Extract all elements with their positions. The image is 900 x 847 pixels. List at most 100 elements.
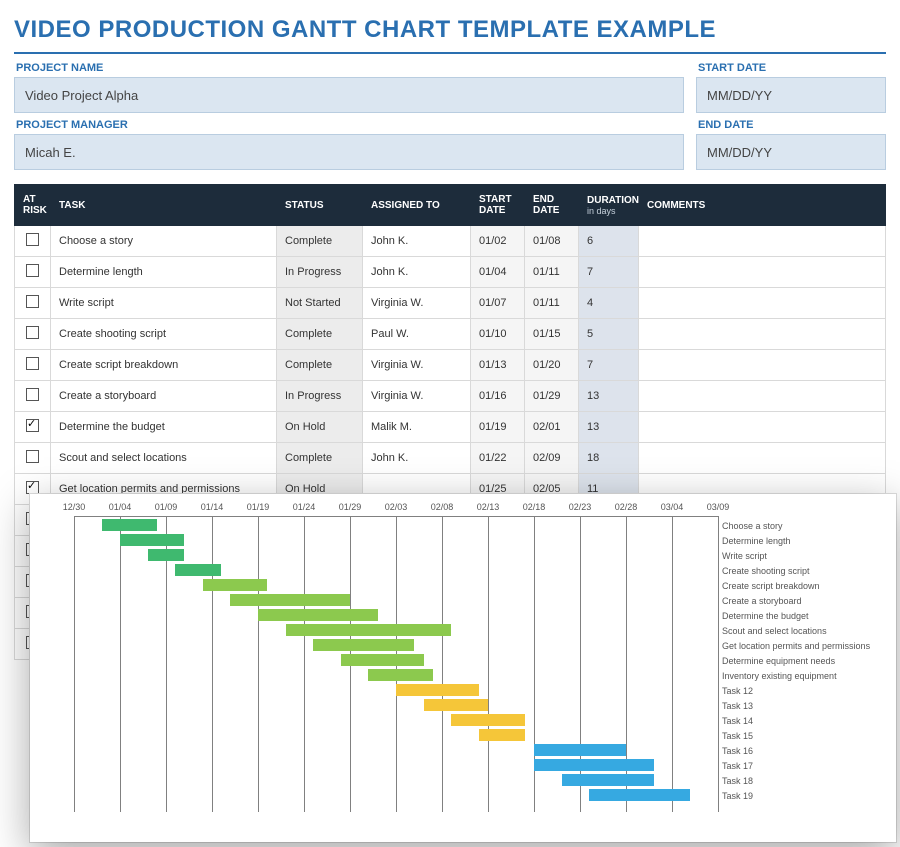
status-cell[interactable]: Complete <box>277 443 363 474</box>
comments-cell[interactable] <box>639 257 886 288</box>
task-cell[interactable]: Write script <box>51 288 277 319</box>
end-date-cell[interactable]: 01/11 <box>525 257 579 288</box>
status-cell[interactable]: On Hold <box>277 412 363 443</box>
duration-cell[interactable]: 5 <box>579 319 639 350</box>
duration-cell[interactable]: 13 <box>579 381 639 412</box>
start-date-cell[interactable]: 01/13 <box>471 350 525 381</box>
end-date-cell[interactable]: 01/08 <box>525 226 579 257</box>
gantt-bar[interactable] <box>534 759 654 771</box>
gantt-bar[interactable] <box>175 564 221 576</box>
th-start[interactable]: START DATE <box>471 185 525 226</box>
end-date-cell[interactable]: 01/29 <box>525 381 579 412</box>
risk-checkbox-icon[interactable] <box>26 295 39 308</box>
assigned-cell[interactable]: John K. <box>363 443 471 474</box>
duration-cell[interactable]: 4 <box>579 288 639 319</box>
start-date-cell[interactable]: 01/19 <box>471 412 525 443</box>
gantt-bar[interactable] <box>451 714 525 726</box>
gantt-bar[interactable] <box>479 729 525 741</box>
task-cell[interactable]: Create shooting script <box>51 319 277 350</box>
risk-checkbox-icon[interactable] <box>26 419 39 432</box>
comments-cell[interactable] <box>639 443 886 474</box>
assigned-cell[interactable]: Virginia W. <box>363 381 471 412</box>
th-duration[interactable]: DURATIONin days <box>579 185 639 226</box>
comments-cell[interactable] <box>639 350 886 381</box>
gantt-bar[interactable] <box>562 774 654 786</box>
table-row[interactable]: Scout and select locationsCompleteJohn K… <box>15 443 886 474</box>
comments-cell[interactable] <box>639 319 886 350</box>
duration-cell[interactable]: 6 <box>579 226 639 257</box>
gantt-bar[interactable] <box>424 699 488 711</box>
risk-checkbox-icon[interactable] <box>26 233 39 246</box>
duration-cell[interactable]: 7 <box>579 350 639 381</box>
risk-cell[interactable] <box>15 288 51 319</box>
risk-checkbox-icon[interactable] <box>26 388 39 401</box>
end-date-cell[interactable]: 02/01 <box>525 412 579 443</box>
duration-cell[interactable]: 13 <box>579 412 639 443</box>
risk-cell[interactable] <box>15 257 51 288</box>
status-cell[interactable]: Complete <box>277 319 363 350</box>
th-task[interactable]: TASK <box>51 185 277 226</box>
gantt-bar[interactable] <box>120 534 184 546</box>
assigned-cell[interactable]: Malik M. <box>363 412 471 443</box>
th-comments[interactable]: COMMENTS <box>639 185 886 226</box>
comments-cell[interactable] <box>639 288 886 319</box>
gantt-bar[interactable] <box>286 624 452 636</box>
risk-cell[interactable] <box>15 381 51 412</box>
table-row[interactable]: Choose a storyCompleteJohn K.01/0201/086 <box>15 226 886 257</box>
gantt-bar[interactable] <box>258 609 378 621</box>
risk-cell[interactable] <box>15 412 51 443</box>
start-date-cell[interactable]: 01/02 <box>471 226 525 257</box>
status-cell[interactable]: In Progress <box>277 257 363 288</box>
end-date-cell[interactable]: 02/09 <box>525 443 579 474</box>
comments-cell[interactable] <box>639 412 886 443</box>
gantt-bar[interactable] <box>368 669 432 681</box>
task-cell[interactable]: Determine length <box>51 257 277 288</box>
comments-cell[interactable] <box>639 226 886 257</box>
status-cell[interactable]: In Progress <box>277 381 363 412</box>
gantt-bar[interactable] <box>148 549 185 561</box>
task-cell[interactable]: Create script breakdown <box>51 350 277 381</box>
assigned-cell[interactable]: John K. <box>363 257 471 288</box>
table-row[interactable]: Determine the budgetOn HoldMalik M.01/19… <box>15 412 886 443</box>
start-date-cell[interactable]: 01/04 <box>471 257 525 288</box>
status-cell[interactable]: Not Started <box>277 288 363 319</box>
project-manager-field[interactable]: Micah E. <box>14 134 684 170</box>
task-cell[interactable]: Create a storyboard <box>51 381 277 412</box>
risk-checkbox-icon[interactable] <box>26 481 39 494</box>
gantt-bar[interactable] <box>534 744 626 756</box>
task-cell[interactable]: Scout and select locations <box>51 443 277 474</box>
assigned-cell[interactable]: Virginia W. <box>363 350 471 381</box>
risk-checkbox-icon[interactable] <box>26 326 39 339</box>
assigned-cell[interactable]: John K. <box>363 226 471 257</box>
table-row[interactable]: Create shooting scriptCompletePaul W.01/… <box>15 319 886 350</box>
risk-checkbox-icon[interactable] <box>26 264 39 277</box>
th-assigned[interactable]: ASSIGNED TO <box>363 185 471 226</box>
risk-cell[interactable] <box>15 226 51 257</box>
gantt-bar[interactable] <box>341 654 424 666</box>
comments-cell[interactable] <box>639 381 886 412</box>
gantt-bar[interactable] <box>396 684 479 696</box>
table-row[interactable]: Create a storyboardIn ProgressVirginia W… <box>15 381 886 412</box>
task-cell[interactable]: Choose a story <box>51 226 277 257</box>
assigned-cell[interactable]: Paul W. <box>363 319 471 350</box>
table-row[interactable]: Create script breakdownCompleteVirginia … <box>15 350 886 381</box>
start-date-field[interactable]: MM/DD/YY <box>696 77 886 113</box>
risk-cell[interactable] <box>15 319 51 350</box>
status-cell[interactable]: Complete <box>277 350 363 381</box>
end-date-cell[interactable]: 01/20 <box>525 350 579 381</box>
start-date-cell[interactable]: 01/07 <box>471 288 525 319</box>
start-date-cell[interactable]: 01/16 <box>471 381 525 412</box>
duration-cell[interactable]: 18 <box>579 443 639 474</box>
end-date-field[interactable]: MM/DD/YY <box>696 134 886 170</box>
duration-cell[interactable]: 7 <box>579 257 639 288</box>
risk-cell[interactable] <box>15 443 51 474</box>
start-date-cell[interactable]: 01/10 <box>471 319 525 350</box>
end-date-cell[interactable]: 01/11 <box>525 288 579 319</box>
gantt-bar[interactable] <box>102 519 157 531</box>
gantt-bar[interactable] <box>230 594 350 606</box>
table-row[interactable]: Determine lengthIn ProgressJohn K.01/040… <box>15 257 886 288</box>
gantt-bar[interactable] <box>313 639 414 651</box>
th-status[interactable]: STATUS <box>277 185 363 226</box>
risk-cell[interactable] <box>15 350 51 381</box>
project-name-field[interactable]: Video Project Alpha <box>14 77 684 113</box>
